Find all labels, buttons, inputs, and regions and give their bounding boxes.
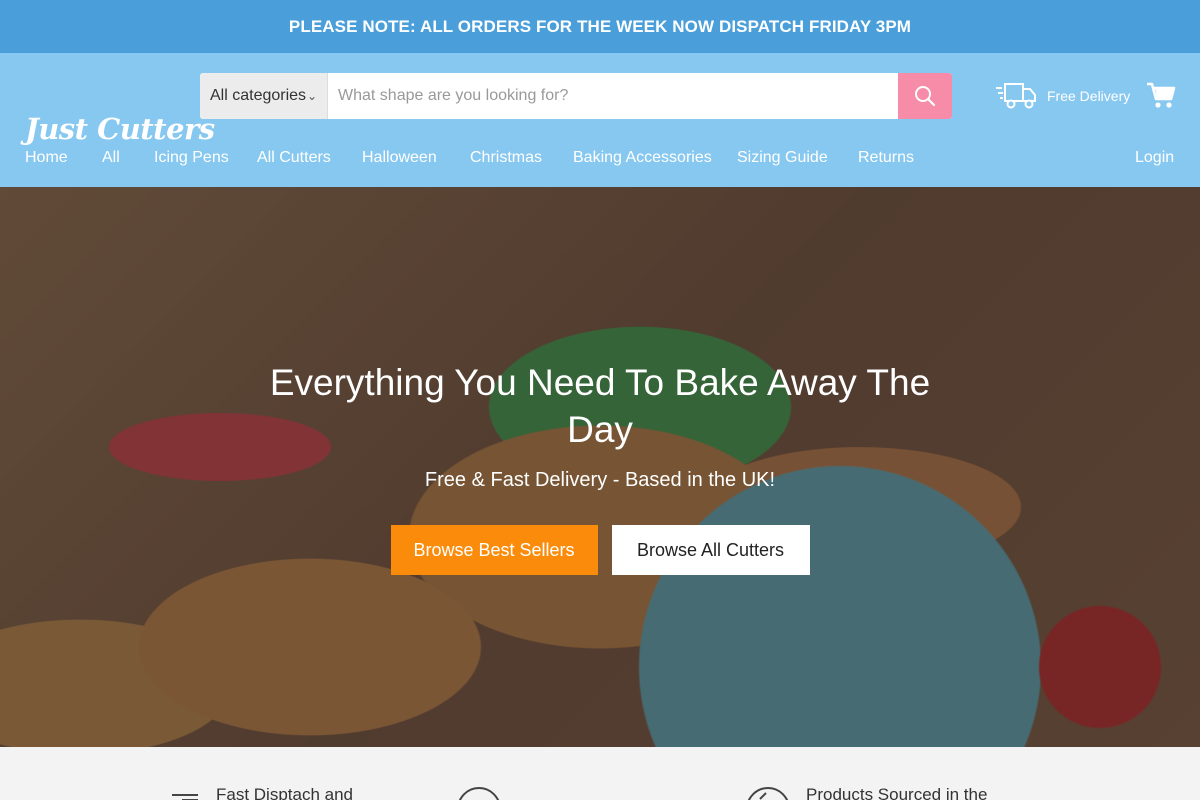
search-input[interactable] <box>328 73 898 119</box>
nav-item-returns[interactable]: Returns <box>858 149 914 167</box>
nav-item-sizing-guide[interactable]: Sizing Guide <box>737 149 828 167</box>
clock-icon <box>458 787 500 800</box>
nav-item-baking-accessories[interactable]: Baking Accessories <box>573 149 712 167</box>
site-header: Just Cutters All categories ⌄ Free Deliv… <box>0 53 1200 187</box>
announcement-text: PLEASE NOTE: ALL ORDERS FOR THE WEEK NOW… <box>288 16 912 36</box>
feature-label: Fast Disptach and <box>216 785 354 800</box>
category-select[interactable]: All categories ⌄ <box>200 73 328 119</box>
free-delivery[interactable]: Free Delivery <box>995 81 1130 111</box>
refresh-icon <box>747 787 789 800</box>
login-link[interactable]: Login <box>1135 149 1174 167</box>
feature-item: Products Sourced in the <box>744 785 987 800</box>
announcement-bar: PLEASE NOTE: ALL ORDERS FOR THE WEEK NOW… <box>0 0 1200 53</box>
main-nav: Home All Icing Pens All Cutters Hallowee… <box>0 141 1200 177</box>
search-button[interactable] <box>898 73 952 119</box>
cart-icon <box>1147 82 1176 108</box>
box-icon <box>172 794 198 800</box>
browse-best-sellers-button[interactable]: Browse Best Sellers <box>390 525 598 575</box>
nav-item-christmas[interactable]: Christmas <box>470 149 542 167</box>
chevron-down-icon: ⌄ <box>306 89 317 103</box>
feature-item: Fast Disptach and <box>168 785 353 800</box>
feature-item <box>455 785 517 800</box>
search-bar: All categories ⌄ <box>200 73 952 119</box>
nav-item-home[interactable]: Home <box>25 149 68 167</box>
delivery-truck-icon <box>996 83 1036 109</box>
nav-item-icing-pens[interactable]: Icing Pens <box>154 149 229 167</box>
category-select-label: All categories <box>210 87 307 104</box>
free-delivery-label: Free Delivery <box>1047 88 1131 104</box>
nav-item-all-cutters[interactable]: All Cutters <box>257 149 331 167</box>
search-icon <box>915 86 936 107</box>
hero-banner: Everything You Need To Bake Away The Day… <box>0 187 1200 747</box>
cart-button[interactable] <box>1146 82 1176 115</box>
feature-label: Products Sourced in the <box>806 785 988 800</box>
nav-item-halloween[interactable]: Halloween <box>362 149 437 167</box>
features-strip: Fast Disptach and Products Sourced in th… <box>0 747 1200 800</box>
nav-item-all[interactable]: All <box>102 149 120 167</box>
hero-title: Everything You Need To Bake Away The Day <box>269 362 931 450</box>
hero-subtitle: Free & Fast Delivery - Based in the UK! <box>424 469 776 491</box>
browse-all-cutters-button[interactable]: Browse All Cutters <box>611 525 810 575</box>
